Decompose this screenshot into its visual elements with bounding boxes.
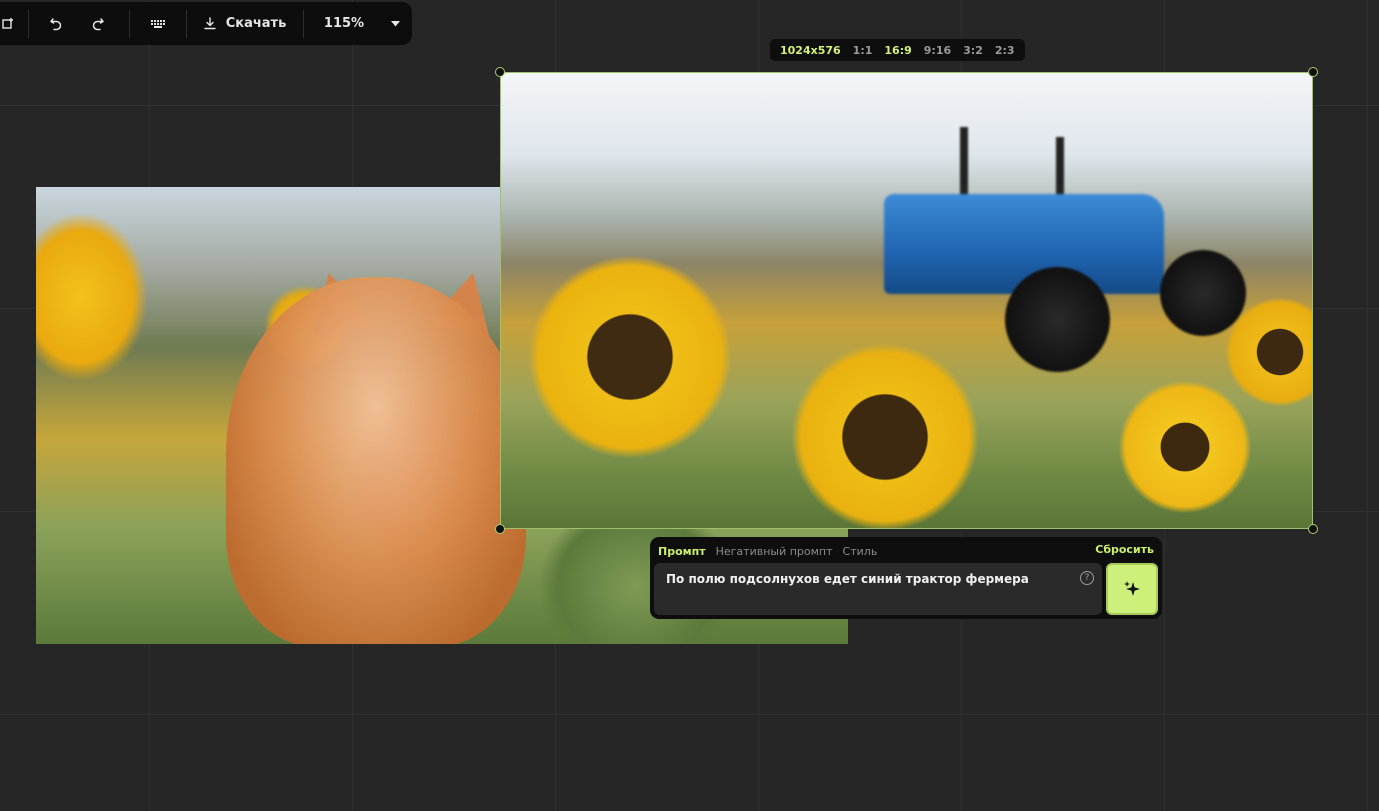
reset-button[interactable]: Сбросить xyxy=(1095,543,1154,556)
layers-icon xyxy=(2,17,13,29)
resize-handle-top-left[interactable] xyxy=(495,67,505,77)
tab-style[interactable]: Стиль xyxy=(843,545,878,558)
ratio-9-16[interactable]: 9:16 xyxy=(918,44,957,57)
prompt-panel: Промпт Негативный промпт Стиль Сбросить … xyxy=(650,537,1162,619)
redo-button[interactable] xyxy=(83,2,113,45)
ratio-16-9[interactable]: 16:9 xyxy=(878,44,917,57)
zoom-level[interactable]: 115% xyxy=(304,2,384,45)
tab-prompt[interactable]: Промпт xyxy=(658,545,706,558)
zoom-value: 115% xyxy=(323,16,365,31)
prompt-input[interactable]: По полю подсолнухов едет синий трактор ф… xyxy=(654,563,1102,615)
top-toolbar: Скачать 115% xyxy=(0,2,412,45)
zoom-dropdown-button[interactable] xyxy=(384,2,406,45)
shortcuts-button[interactable] xyxy=(130,2,186,45)
ratio-1-1[interactable]: 1:1 xyxy=(847,44,879,57)
resize-handle-bottom-right[interactable] xyxy=(1308,524,1318,534)
tractor-wheel xyxy=(1160,250,1246,336)
tractor-sunflower-image[interactable] xyxy=(500,72,1313,529)
download-label: Скачать xyxy=(225,16,287,31)
help-icon[interactable]: ? xyxy=(1080,571,1094,585)
keyboard-icon xyxy=(151,19,165,28)
generate-button[interactable] xyxy=(1106,563,1158,615)
resize-handle-top-right[interactable] xyxy=(1308,67,1318,77)
cat-figure xyxy=(226,277,526,644)
tractor-wheel xyxy=(1005,267,1110,372)
sparkle-icon xyxy=(1124,581,1140,596)
resolution-label: 1024x576 xyxy=(780,43,841,57)
undo-icon xyxy=(50,17,62,30)
resize-handle-bottom-left[interactable] xyxy=(495,524,505,534)
ratio-2-3[interactable]: 2:3 xyxy=(989,44,1021,57)
prompt-tabs: Промпт Негативный промпт Стиль xyxy=(658,543,877,559)
download-button[interactable]: Скачать xyxy=(187,2,303,45)
aspect-ratio-bar: 1024x576 1:1 16:9 9:16 3:2 2:3 xyxy=(770,39,1025,61)
redo-icon xyxy=(92,17,104,30)
tractor-exhaust xyxy=(960,127,968,202)
download-icon xyxy=(204,17,216,30)
editor-canvas[interactable]: Скачать 115% 1024x576 1:1 16:9 9:16 3:2 … xyxy=(0,0,1379,811)
chevron-down-icon xyxy=(390,20,400,26)
layers-button[interactable] xyxy=(0,2,28,45)
prompt-input-text: По полю подсолнухов едет синий трактор ф… xyxy=(666,572,1029,586)
undo-button[interactable] xyxy=(29,2,83,45)
tab-negative-prompt[interactable]: Негативный промпт xyxy=(716,545,833,558)
ratio-3-2[interactable]: 3:2 xyxy=(957,44,989,57)
